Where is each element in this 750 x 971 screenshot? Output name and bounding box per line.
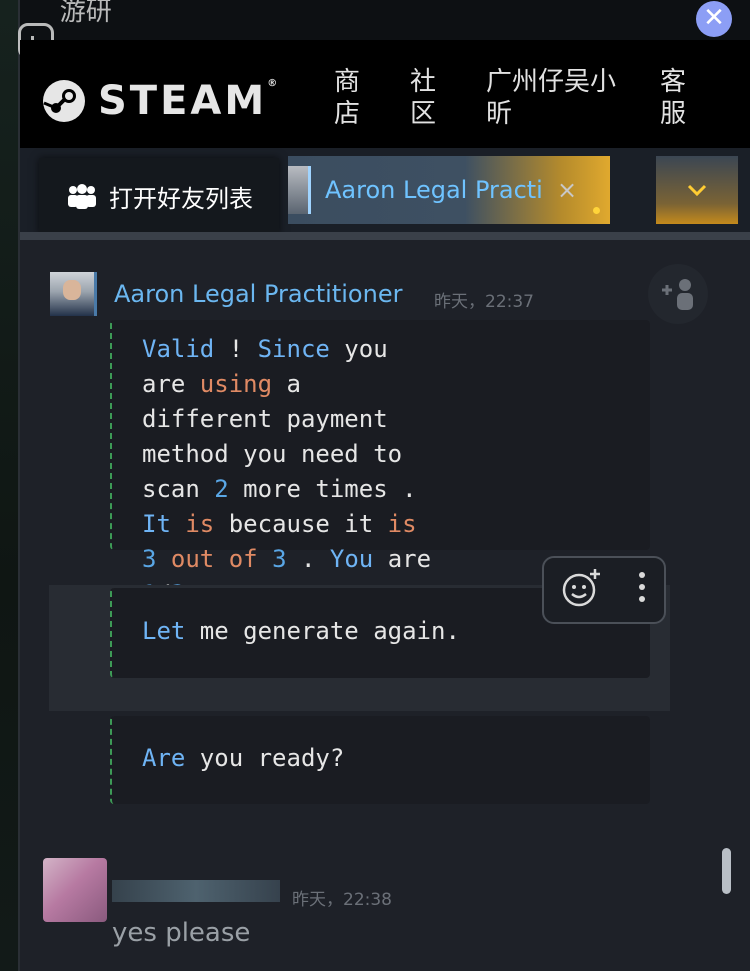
steam-icon <box>43 80 85 122</box>
chat-tab-aaron[interactable]: Aaron Legal Practi × <box>288 156 610 224</box>
message-3-text: Are you ready? <box>142 744 345 772</box>
chat-log: Aaron Legal Practitioner 昨天，22:37 Valid … <box>20 240 750 971</box>
message-3: Are you ready? <box>110 716 650 804</box>
scrollbar-thumb[interactable] <box>722 848 731 894</box>
sender-name[interactable]: Aaron Legal Practitioner <box>114 280 402 308</box>
add-emoji-icon <box>562 568 600 606</box>
message-2-text: Let me generate again. <box>142 617 460 645</box>
left-edge <box>0 0 20 971</box>
steam-wordmark: STEAM® <box>98 78 278 124</box>
message-1-text: Valid ! Since you are using a different … <box>142 335 432 608</box>
steam-header: STEAM® 商 店 社 区 广州仔吴小 昕 客 服 <box>20 40 750 148</box>
close-button[interactable]: ✕ <box>696 1 732 37</box>
nav-support[interactable]: 客 服 <box>660 66 686 130</box>
message-1: Valid ! Since you are using a different … <box>110 320 650 608</box>
vertical-dots-icon <box>639 571 645 602</box>
open-friends-list-button[interactable]: 打开好友列表 <box>39 158 279 234</box>
nav-profile[interactable]: 广州仔吴小 昕 <box>486 66 616 130</box>
tab-close-icon[interactable]: × <box>557 176 577 204</box>
add-friend-button[interactable] <box>648 264 708 324</box>
tab-avatar <box>288 166 311 214</box>
steam-logo[interactable]: STEAM® <box>42 78 277 124</box>
more-options-button[interactable] <box>637 570 647 611</box>
message-timestamp: 昨天，22:37 <box>434 292 534 312</box>
friends-button-label: 打开好友列表 <box>109 184 253 213</box>
message-actions <box>542 556 666 624</box>
chevron-down-icon <box>687 184 707 197</box>
chat-tabbar: 打开好友列表 Aaron Legal Practi × <box>20 148 750 240</box>
reply-message: yes please <box>112 918 251 948</box>
sender-avatar[interactable] <box>50 272 97 316</box>
add-friend-icon <box>662 279 693 310</box>
user-avatar[interactable] <box>43 858 107 922</box>
tab-label: Aaron Legal Practi <box>325 176 543 204</box>
reply-timestamp: 昨天，22:38 <box>292 890 392 910</box>
nav-store[interactable]: 商 店 <box>334 66 360 130</box>
user-name[interactable] <box>112 880 280 902</box>
avatar-face <box>63 280 81 300</box>
close-icon: ✕ <box>703 3 725 33</box>
tab-overflow-button[interactable] <box>656 156 738 224</box>
add-reaction-button[interactable] <box>561 566 603 615</box>
nav-community[interactable]: 社 区 <box>410 66 436 130</box>
unread-dot <box>593 207 600 214</box>
friends-icon <box>68 184 96 209</box>
